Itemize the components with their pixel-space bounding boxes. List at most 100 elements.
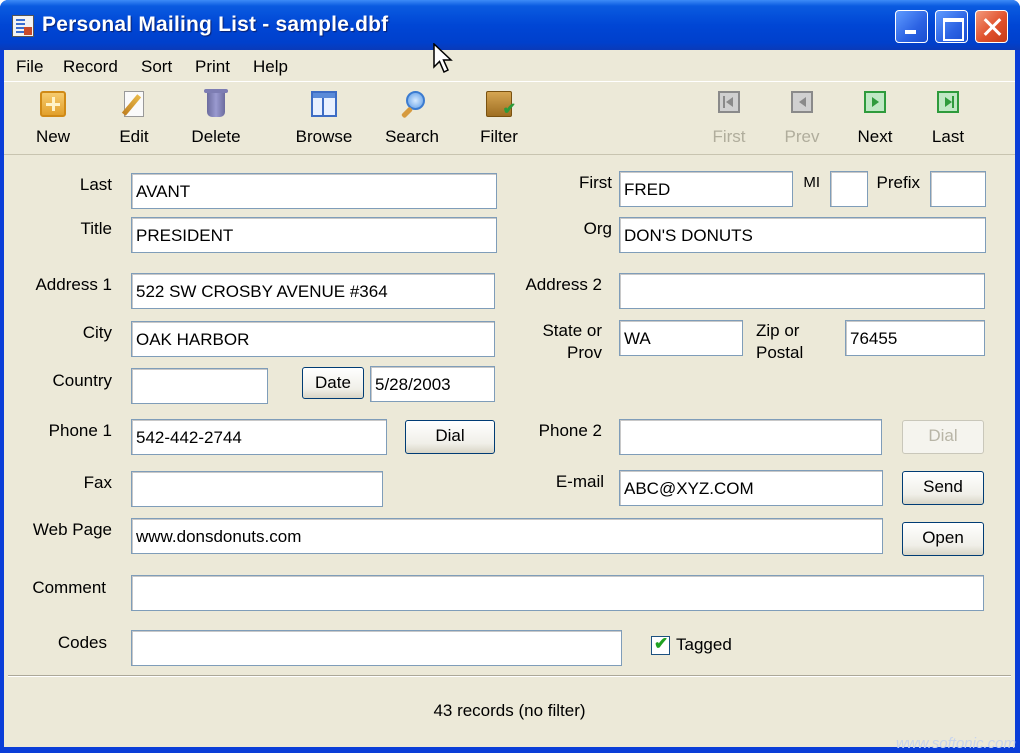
client-area: File Record Sort Print Help New Edit Del… [4,50,1015,747]
last-record-icon [937,91,959,113]
email-field[interactable]: ABC@XYZ.COM [619,470,883,506]
codes-label: Codes [57,633,107,652]
maximize-button[interactable] [935,10,968,43]
prev-label: Prev [784,127,820,146]
edit-button[interactable]: Edit [99,83,169,153]
pencil-icon [124,91,144,117]
address1-field[interactable]: 522 SW CROSBY AVENUE #364 [131,273,495,309]
prefix-label: Prefix [876,173,920,192]
mi-label: MI [803,174,820,191]
menu-record[interactable]: Record [63,57,118,77]
state-label-line2: Prov [567,343,602,362]
send-email-button[interactable]: Send [902,471,984,505]
email-label: E-mail [555,472,604,491]
checkmark-icon: ✔ [654,634,669,653]
country-field[interactable] [131,368,268,404]
comment-label: Comment [32,578,106,597]
tagged-label[interactable]: Tagged [676,634,732,656]
state-label: State or Prov [514,320,602,364]
delete-button[interactable]: Delete [181,83,251,153]
web-page-label: Web Page [32,520,112,539]
last-name-field[interactable]: AVANT [131,173,497,209]
zip-label-line1: Zip or [756,321,800,340]
last-label: Last [79,175,112,194]
new-button[interactable]: New [18,83,88,153]
date-field[interactable]: 5/28/2003 [370,366,495,402]
filter-icon [486,91,516,119]
close-button[interactable] [975,10,1008,43]
fax-field[interactable] [131,471,383,507]
city-label: City [82,323,112,342]
zip-label-line2: Postal [756,343,804,362]
new-record-icon [40,91,66,117]
zip-field[interactable]: 76455 [845,320,985,356]
phone2-field[interactable] [619,419,882,455]
first-label: First [712,127,746,146]
address1-label: Address 1 [35,275,112,294]
city-field[interactable]: OAK HARBOR [131,321,495,357]
title-field[interactable]: PRESIDENT [131,217,497,253]
phone1-field[interactable]: 542-442-2744 [131,419,387,455]
state-label-line1: State or [542,321,602,340]
first-record-icon [718,91,740,113]
prev-record-icon [791,91,813,113]
toolbar: New Edit Delete Browse Search Filter [4,83,1015,155]
menu-sort[interactable]: Sort [141,57,172,77]
comment-field[interactable] [131,575,984,611]
window-title: Personal Mailing List - sample.dbf [42,13,389,36]
title-bar[interactable]: Personal Mailing List - sample.dbf [0,0,1020,50]
prefix-field[interactable] [930,171,986,207]
zip-label: Zip or Postal [756,320,816,364]
trash-icon [204,89,228,117]
address2-label: Address 2 [525,275,602,294]
filter-label: Filter [480,127,518,146]
open-web-button[interactable]: Open [902,522,984,556]
first-button[interactable]: First [694,83,764,153]
filter-button[interactable]: Filter [464,83,534,153]
first-name-field[interactable]: FRED [619,171,793,207]
dial-phone1-button[interactable]: Dial [405,420,495,454]
search-label: Search [385,127,439,146]
delete-label: Delete [191,127,241,146]
status-text: 43 records (no filter) [433,701,586,720]
browse-label: Browse [295,127,353,146]
search-icon [399,91,425,117]
app-icon [12,15,34,37]
title-label: Title [80,219,113,238]
tagged-checkbox[interactable]: ✔ [651,634,670,655]
status-divider [8,675,1011,677]
menu-print[interactable]: Print [195,57,230,77]
address2-field[interactable] [619,273,985,309]
new-label: New [35,127,70,146]
fax-label: Fax [83,473,112,492]
country-label: Country [52,371,112,390]
menu-help[interactable]: Help [253,57,288,77]
menu-file[interactable]: File [16,57,43,77]
browse-button[interactable]: Browse [289,83,359,153]
watermark: www.softonic.com [895,735,1016,752]
dial-phone2-button[interactable]: Dial [902,420,984,454]
app-window: Personal Mailing List - sample.dbf File … [0,0,1020,753]
date-button[interactable]: Date [302,367,364,399]
minimize-button[interactable] [895,10,928,43]
menu-bar: File Record Sort Print Help [4,50,1015,82]
table-icon [311,91,337,117]
window-bottom-border [0,747,1020,753]
first-label: First [578,173,612,192]
web-page-field[interactable]: www.donsdonuts.com [131,518,883,554]
search-button[interactable]: Search [377,83,447,153]
org-label: Org [583,219,612,238]
prev-button[interactable]: Prev [767,83,837,153]
middle-initial-field[interactable] [830,171,868,207]
next-record-icon [864,91,886,113]
org-field[interactable]: DON'S DONUTS [619,217,986,253]
phone1-label: Phone 1 [48,421,112,440]
last-button[interactable]: Last [913,83,983,153]
next-label: Next [857,127,893,146]
edit-label: Edit [119,127,149,146]
last-label: Last [931,127,965,146]
phone2-label: Phone 2 [538,421,602,440]
next-button[interactable]: Next [840,83,910,153]
codes-field[interactable] [131,630,622,666]
state-field[interactable]: WA [619,320,743,356]
